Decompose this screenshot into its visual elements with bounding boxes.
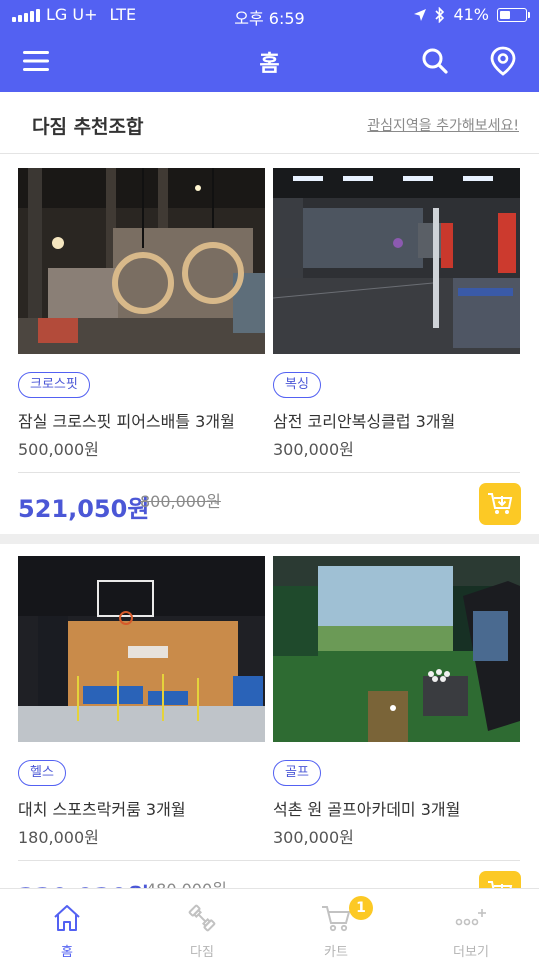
tab-cart[interactable]: 1 카트 bbox=[269, 889, 403, 960]
product-card[interactable]: 헬스 대치 스포츠락커룸 3개월 180,000원 bbox=[18, 556, 265, 847]
combo-total-price: 521,050원 bbox=[18, 495, 150, 523]
battery-icon bbox=[497, 7, 530, 22]
product-price: 300,000원 bbox=[273, 440, 354, 459]
tab-label: 다짐 bbox=[190, 945, 214, 960]
section-header: 다짐 추천조합 관심지역을 추가해보세요! bbox=[0, 92, 539, 154]
product-price: 180,000원 bbox=[18, 828, 99, 847]
page-title: 홈 bbox=[259, 52, 280, 77]
product-photo-basketball bbox=[18, 556, 265, 742]
cart-icon bbox=[319, 901, 353, 935]
add-cart-icon bbox=[488, 493, 513, 514]
tab-label: 더보기 bbox=[453, 945, 489, 960]
top-navigation-bar: 홈 bbox=[0, 30, 539, 92]
section-separator bbox=[0, 534, 539, 544]
more-icon bbox=[454, 901, 488, 935]
category-tag: 복싱 bbox=[273, 372, 321, 398]
add-region-link[interactable]: 관심지역을 추가해보세요! bbox=[367, 115, 519, 135]
tab-home[interactable]: 홈 bbox=[0, 889, 134, 960]
status-bar: LG U+ LTE 오후 6:59 41% bbox=[0, 0, 539, 30]
section-title: 다짐 추천조합 bbox=[32, 116, 144, 138]
location-arrow-icon bbox=[414, 8, 427, 21]
category-tag: 크로스핏 bbox=[18, 372, 90, 398]
add-to-cart-button[interactable] bbox=[479, 483, 521, 525]
tab-more[interactable]: 더보기 bbox=[404, 889, 538, 960]
product-card[interactable]: 골프 석촌 원 골프아카데미 3개월 300,000원 bbox=[273, 556, 520, 847]
divider bbox=[18, 472, 520, 473]
product-photo-boxing bbox=[273, 168, 520, 354]
divider bbox=[18, 860, 520, 861]
search-icon[interactable] bbox=[418, 44, 452, 78]
product-price: 500,000원 bbox=[18, 440, 99, 459]
battery-percent: 41% bbox=[453, 5, 489, 24]
category-tag: 헬스 bbox=[18, 760, 66, 786]
bluetooth-icon bbox=[435, 6, 445, 23]
product-photo-crossfit bbox=[18, 168, 265, 354]
product-card[interactable]: 크로스핏 잠실 크로스핏 피어스배틀 3개월 500,000원 bbox=[18, 168, 265, 459]
product-name: 대치 스포츠락커룸 3개월 bbox=[18, 800, 186, 819]
cart-count-badge: 1 bbox=[349, 896, 373, 920]
product-card[interactable]: 복싱 삼전 코리안복싱클럽 3개월 300,000원 bbox=[273, 168, 520, 459]
tab-label: 홈 bbox=[61, 945, 73, 960]
home-icon bbox=[50, 901, 84, 935]
category-tag: 골프 bbox=[273, 760, 321, 786]
product-name: 잠실 크로스핏 피어스배틀 3개월 bbox=[18, 412, 235, 431]
bottom-tab-bar: 홈 다짐 1 카트 더보기 bbox=[0, 888, 539, 960]
product-name: 석촌 원 골프아카데미 3개월 bbox=[273, 800, 461, 819]
dumbbell-icon bbox=[185, 901, 219, 935]
tab-dajim[interactable]: 다짐 bbox=[135, 889, 269, 960]
combo-original-price: 800,000원 bbox=[140, 492, 221, 511]
tab-label: 카트 bbox=[324, 945, 348, 960]
location-pin-icon[interactable] bbox=[486, 44, 520, 78]
product-price: 300,000원 bbox=[273, 828, 354, 847]
product-photo-golf bbox=[273, 556, 520, 742]
product-name: 삼전 코리안복싱클럽 3개월 bbox=[273, 412, 456, 431]
